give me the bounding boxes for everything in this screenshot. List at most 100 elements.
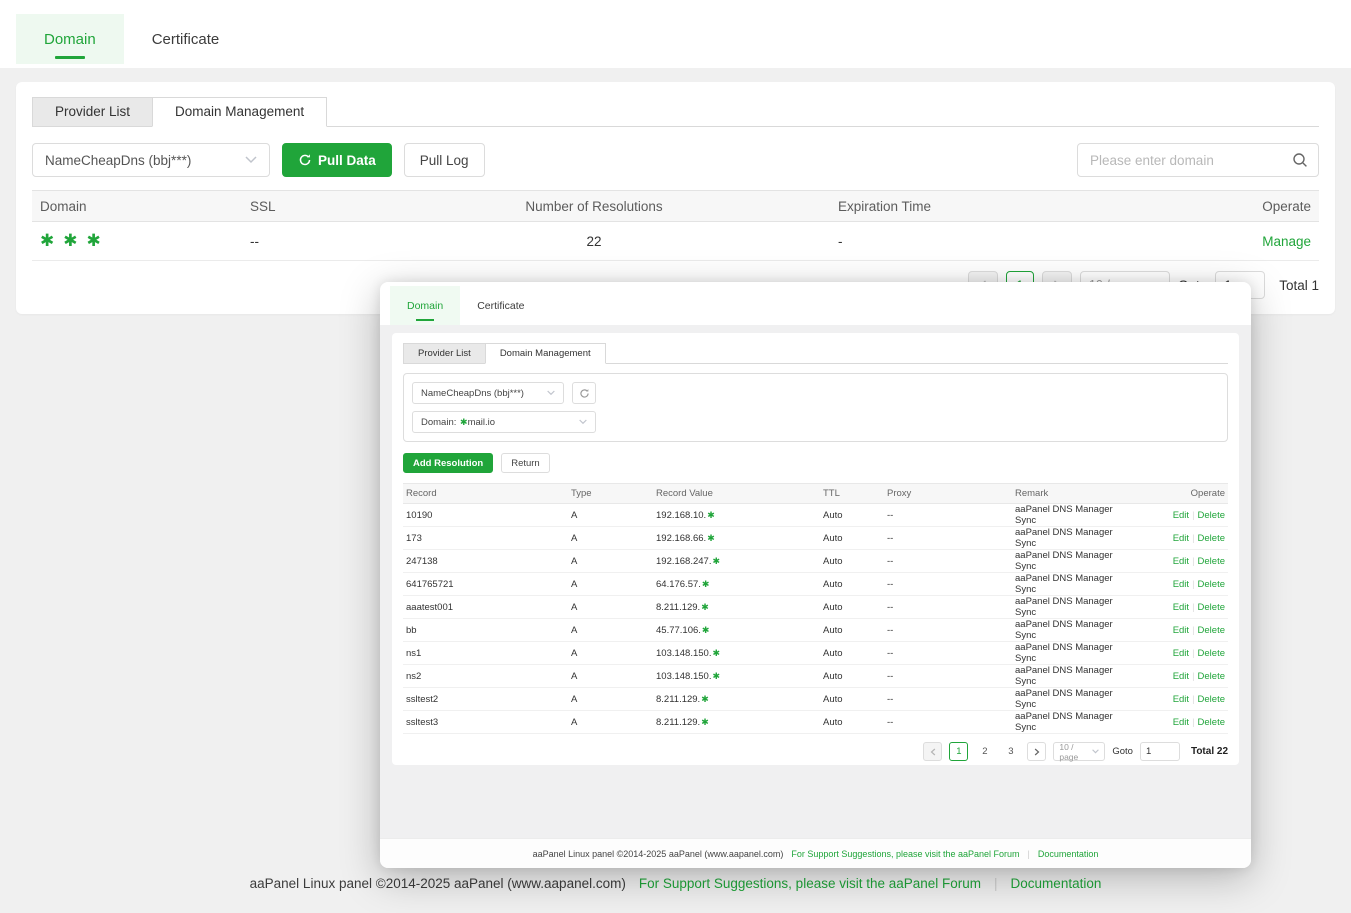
- delete-link[interactable]: Delete: [1198, 625, 1225, 636]
- type-cell: A: [568, 510, 653, 521]
- domain-label: Domain:: [421, 417, 456, 428]
- record-cell: 641765721: [403, 579, 568, 590]
- add-resolution-button[interactable]: Add Resolution: [403, 453, 493, 473]
- chevron-down-icon: [1092, 749, 1099, 754]
- delete-link[interactable]: Delete: [1198, 556, 1225, 567]
- masked-octet: ✱: [701, 694, 709, 704]
- provider-select[interactable]: NameCheapDns (bbj***): [32, 143, 270, 177]
- prev-page-button[interactable]: [923, 742, 942, 761]
- pull-data-button[interactable]: Pull Data: [282, 143, 392, 177]
- pull-log-button[interactable]: Pull Log: [404, 143, 485, 177]
- documentation-link[interactable]: Documentation: [1038, 849, 1099, 859]
- proxy-cell: --: [884, 510, 1012, 521]
- delete-link[interactable]: Delete: [1198, 533, 1225, 544]
- edit-link[interactable]: Edit: [1173, 579, 1189, 590]
- modal-actions: Add Resolution Return: [403, 453, 1228, 473]
- delete-link[interactable]: Delete: [1198, 602, 1225, 613]
- forum-link[interactable]: For Support Suggestions, please visit th…: [791, 849, 1019, 859]
- chevron-down-icon: [579, 419, 587, 425]
- proxy-cell: --: [884, 625, 1012, 636]
- forum-link[interactable]: For Support Suggestions, please visit th…: [639, 876, 981, 891]
- modal-provider-select[interactable]: NameCheapDns (bbj***): [412, 382, 564, 404]
- goto-label: Goto: [1112, 746, 1133, 757]
- record-value: 192.168.66.: [656, 533, 706, 544]
- table-row: 641765721 A 64.176.57.✱ Auto -- aaPanel …: [403, 573, 1228, 596]
- record-value: 45.77.106.: [656, 625, 701, 636]
- ttl-cell: Auto: [820, 671, 884, 682]
- domain-mask: ✱: [460, 417, 468, 427]
- table-row: 173 A 192.168.66.✱ Auto -- aaPanel DNS M…: [403, 527, 1228, 550]
- ttl-cell: Auto: [820, 717, 884, 728]
- record-value: 8.211.129.: [656, 694, 700, 705]
- page-number-2[interactable]: 2: [975, 742, 994, 761]
- masked-octet: ✱: [712, 671, 720, 681]
- edit-link[interactable]: Edit: [1173, 694, 1189, 705]
- refresh-icon: [298, 153, 312, 167]
- operate-cell: Edit|Delete: [1130, 556, 1228, 567]
- return-button[interactable]: Return: [501, 453, 550, 473]
- next-page-button[interactable]: [1027, 742, 1046, 761]
- operate-divider: |: [1192, 694, 1194, 705]
- record-value-cell: 64.176.57.✱: [653, 579, 820, 590]
- tab-certificate[interactable]: Certificate: [124, 14, 248, 64]
- operate-divider: |: [1192, 533, 1194, 544]
- table-row: ssltest3 A 8.211.129.✱ Auto -- aaPanel D…: [403, 711, 1228, 734]
- page-number-1[interactable]: 1: [949, 742, 968, 761]
- edit-link[interactable]: Edit: [1173, 533, 1189, 544]
- type-cell: A: [568, 671, 653, 682]
- record-value: 8.211.129.: [656, 717, 700, 728]
- tab-provider-list[interactable]: Provider List: [32, 97, 152, 127]
- footer-divider: |: [994, 876, 998, 891]
- proxy-cell: --: [884, 671, 1012, 682]
- domain-table-row: ✱✱✱ -- 22 - Manage: [32, 222, 1319, 261]
- tab-domain-management[interactable]: Domain Management: [152, 97, 327, 127]
- documentation-link[interactable]: Documentation: [1011, 876, 1102, 891]
- masked-octet: ✱: [712, 648, 720, 658]
- chevron-down-icon: [547, 390, 555, 396]
- modal-domain-select-value: Domain: ✱mail.io: [421, 417, 495, 428]
- edit-link[interactable]: Edit: [1173, 556, 1189, 567]
- tab-domain[interactable]: Domain: [16, 14, 124, 64]
- delete-link[interactable]: Delete: [1198, 717, 1225, 728]
- total-count: Total 22: [1191, 746, 1228, 757]
- delete-link[interactable]: Delete: [1198, 694, 1225, 705]
- goto-page-input[interactable]: [1140, 742, 1180, 761]
- edit-link[interactable]: Edit: [1173, 625, 1189, 636]
- edit-link[interactable]: Edit: [1173, 510, 1189, 521]
- operate-cell: Edit|Delete: [1130, 602, 1228, 613]
- operate-divider: |: [1192, 579, 1194, 590]
- edit-link[interactable]: Edit: [1173, 648, 1189, 659]
- domain-table-header: Domain SSL Number of Resolutions Expirat…: [32, 190, 1319, 222]
- search-icon[interactable]: [1292, 152, 1308, 168]
- page-number-3[interactable]: 3: [1001, 742, 1020, 761]
- modal-top-tabbar: Domain Certificate: [380, 282, 1251, 325]
- delete-link[interactable]: Delete: [1198, 510, 1225, 521]
- remark-cell: aaPanel DNS Manager Sync: [1012, 688, 1130, 710]
- delete-link[interactable]: Delete: [1198, 648, 1225, 659]
- table-row: 247138 A 192.168.247.✱ Auto -- aaPanel D…: [403, 550, 1228, 573]
- delete-link[interactable]: Delete: [1198, 579, 1225, 590]
- modal-domain-select[interactable]: Domain: ✱mail.io: [412, 411, 596, 433]
- col-record-value: Record Value: [653, 488, 820, 499]
- per-page-select[interactable]: 10 / page: [1053, 742, 1105, 761]
- search-input[interactable]: [1090, 153, 1292, 168]
- edit-link[interactable]: Edit: [1173, 717, 1189, 728]
- modal-filter-box: NameCheapDns (bbj***) Domain: ✱mail.io: [403, 373, 1228, 442]
- delete-link[interactable]: Delete: [1198, 671, 1225, 682]
- expiration-cell: -: [838, 234, 1120, 249]
- modal-tab-certificate[interactable]: Certificate: [460, 286, 541, 325]
- modal-provider-select-value: NameCheapDns (bbj***): [421, 388, 524, 399]
- record-cell: ssltest2: [403, 694, 568, 705]
- record-value: 103.148.150.: [656, 648, 711, 659]
- edit-link[interactable]: Edit: [1173, 602, 1189, 613]
- modal-tab-domain[interactable]: Domain: [390, 286, 460, 325]
- manage-link[interactable]: Manage: [1262, 234, 1311, 249]
- modal-tab-provider-list[interactable]: Provider List: [403, 343, 485, 364]
- type-cell: A: [568, 556, 653, 567]
- col-type: Type: [568, 488, 653, 499]
- col-record: Record: [403, 488, 568, 499]
- edit-link[interactable]: Edit: [1173, 671, 1189, 682]
- record-cell: ns2: [403, 671, 568, 682]
- refresh-button[interactable]: [572, 382, 596, 404]
- modal-tab-domain-management[interactable]: Domain Management: [485, 343, 606, 364]
